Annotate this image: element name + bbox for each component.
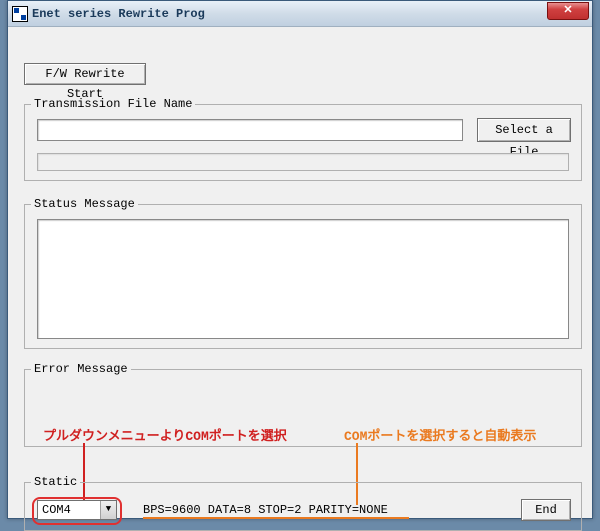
annotation-auto-display-hint: COMポートを選択すると自動表示 xyxy=(344,425,536,444)
close-button[interactable]: ✕ xyxy=(547,2,589,20)
com-port-select[interactable]: COM4 ▼ xyxy=(37,500,117,520)
window-title: Enet series Rewrite Prog xyxy=(32,7,205,21)
titlebar[interactable]: Enet series Rewrite Prog ✕ xyxy=(8,1,592,27)
static-group: Static COM4 ▼ BPS=9600 DATA=8 STOP=2 PAR… xyxy=(24,475,582,531)
error-message-legend: Error Message xyxy=(31,362,131,376)
app-window: Enet series Rewrite Prog ✕ F/W Rewrite S… xyxy=(7,0,593,519)
chevron-down-icon: ▼ xyxy=(100,501,116,519)
status-message-legend: Status Message xyxy=(31,197,138,211)
transmission-file-group: Transmission File Name Select a File xyxy=(24,97,582,181)
serial-params-label: BPS=9600 DATA=8 STOP=2 PARITY=NONE xyxy=(143,503,388,517)
app-icon xyxy=(12,6,28,22)
com-port-value: COM4 xyxy=(38,503,100,517)
status-message-box xyxy=(37,219,569,339)
annotation-pulldown-hint: プルダウンメニューよりCOMポートを選択 xyxy=(43,425,287,444)
fw-rewrite-start-button[interactable]: F/W Rewrite Start xyxy=(24,63,146,85)
progress-bar xyxy=(37,153,569,171)
filename-input[interactable] xyxy=(37,119,463,141)
status-message-group: Status Message xyxy=(24,197,582,349)
end-button[interactable]: End xyxy=(521,499,571,521)
static-legend: Static xyxy=(31,475,80,489)
transmission-file-legend: Transmission File Name xyxy=(31,97,195,111)
select-file-button[interactable]: Select a File xyxy=(477,118,571,142)
